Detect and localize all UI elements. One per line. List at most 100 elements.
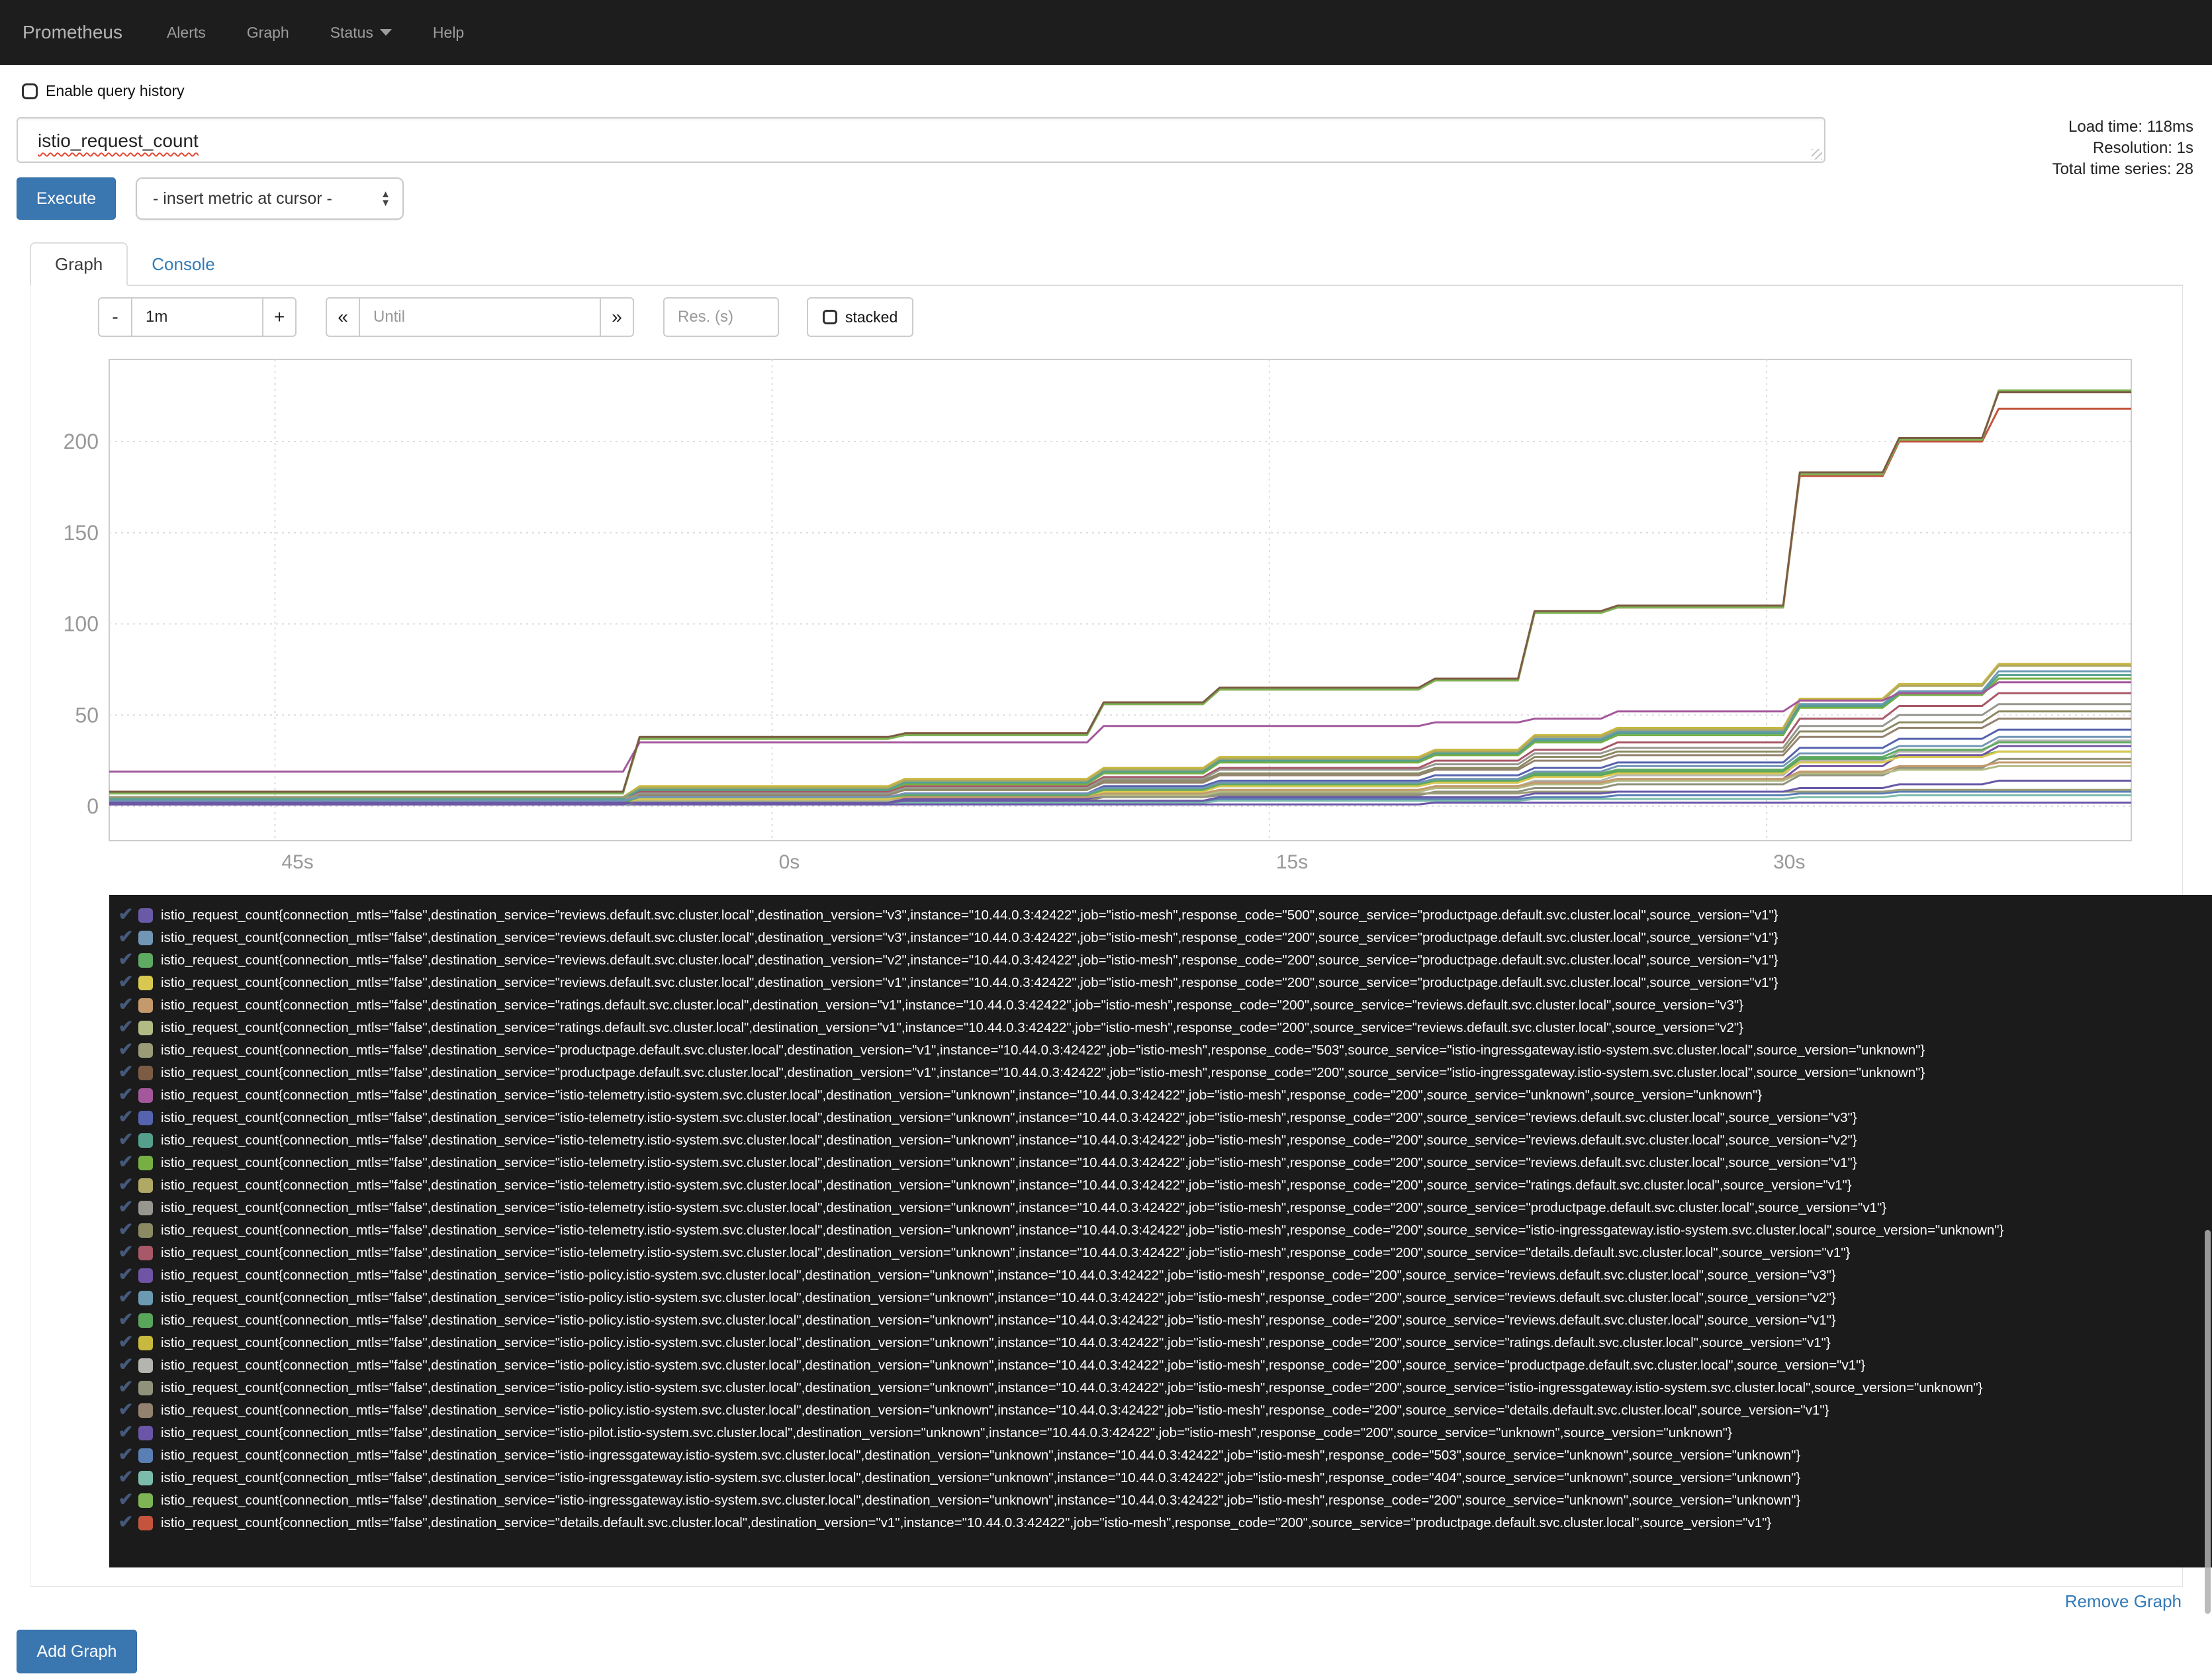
tab-graph[interactable]: Graph — [30, 242, 128, 286]
legend-item[interactable]: ✔ istio_request_count{connection_mtls="fa… — [115, 1444, 2212, 1467]
legend-item[interactable]: ✔ istio_request_count{connection_mtls="fa… — [115, 1467, 2212, 1489]
svg-text:50: 50 — [75, 703, 99, 727]
legend-item[interactable]: ✔ istio_request_count{connection_mtls="fa… — [115, 1512, 2212, 1534]
tab-console[interactable]: Console — [128, 242, 238, 286]
execute-button[interactable]: Execute — [17, 177, 116, 220]
legend-item[interactable]: ✔ istio_request_count{connection_mtls="fa… — [115, 1062, 2212, 1084]
series-enabled-check-icon: ✔ — [118, 1309, 134, 1329]
series-enabled-check-icon: ✔ — [118, 1489, 134, 1509]
series-label: istio_request_count{connection_mtls="fal… — [161, 1200, 1887, 1215]
nav-item-alerts[interactable]: Alerts — [146, 0, 226, 65]
series-label: istio_request_count{connection_mtls="fal… — [161, 998, 1744, 1013]
range-decrease-button[interactable]: - — [98, 297, 132, 337]
legend-item[interactable]: ✔ istio_request_count{connection_mtls="fa… — [115, 927, 2212, 949]
series-color-swatch — [138, 1403, 153, 1418]
query-expression: istio_request_count — [38, 130, 199, 151]
nav-item-status[interactable]: Status — [310, 0, 412, 65]
series-color-swatch — [138, 1493, 153, 1508]
page-scrollbar[interactable] — [2205, 1230, 2211, 1614]
remove-graph-link[interactable]: Remove Graph — [2065, 1591, 2182, 1612]
legend-item[interactable]: ✔ istio_request_count{connection_mtls="fa… — [115, 1197, 2212, 1219]
series-label: istio_request_count{connection_mtls="fal… — [161, 1110, 1857, 1125]
legend-item[interactable]: ✔ istio_request_count{connection_mtls="fa… — [115, 1309, 2212, 1332]
nav-item-help[interactable]: Help — [412, 0, 484, 65]
legend-item[interactable]: ✔ istio_request_count{connection_mtls="fa… — [115, 994, 2212, 1017]
svg-text:100: 100 — [64, 612, 99, 636]
legend-item[interactable]: ✔ istio_request_count{connection_mtls="fa… — [115, 1174, 2212, 1197]
series-color-swatch — [138, 1201, 153, 1215]
nav-item-graph[interactable]: Graph — [226, 0, 310, 65]
graph-controls: - 1m + « Until » Res. (s) stacked — [98, 297, 914, 337]
legend-item[interactable]: ✔ istio_request_count{connection_mtls="fa… — [115, 1242, 2212, 1264]
series-label: istio_request_count{connection_mtls="fal… — [161, 1448, 1801, 1463]
legend-item[interactable]: ✔ istio_request_count{connection_mtls="fa… — [115, 1332, 2212, 1354]
insert-metric-select-label: - insert metric at cursor - — [153, 189, 332, 208]
series-label: istio_request_count{connection_mtls="fal… — [161, 1178, 1852, 1193]
series-enabled-check-icon: ✔ — [118, 1219, 134, 1239]
range-increase-button[interactable]: + — [262, 297, 297, 337]
resolution-input[interactable]: Res. (s) — [663, 297, 779, 337]
query-input[interactable]: istio_request_count — [17, 117, 1825, 163]
series-label: istio_request_count{connection_mtls="fal… — [161, 1425, 1732, 1440]
query-history-checkbox[interactable] — [22, 83, 38, 99]
line-chart[interactable]: 0 50 100 150 200 45s 0s 15s 30s — [53, 357, 2144, 884]
navbar: Prometheus Alerts Graph Status Help — [0, 0, 2212, 65]
series-color-swatch — [138, 1358, 153, 1373]
series-color-swatch — [138, 1133, 153, 1148]
legend-item[interactable]: ✔ istio_request_count{connection_mtls="fa… — [115, 1152, 2212, 1174]
legend-item[interactable]: ✔ istio_request_count{connection_mtls="fa… — [115, 1107, 2212, 1129]
series-label: istio_request_count{connection_mtls="fal… — [161, 1335, 1831, 1350]
until-input[interactable]: Until — [360, 297, 600, 337]
legend-item[interactable]: ✔ istio_request_count{connection_mtls="fa… — [115, 1489, 2212, 1512]
time-forward-button[interactable]: » — [600, 297, 634, 337]
brand-prometheus[interactable]: Prometheus — [0, 22, 146, 43]
stacked-checkbox[interactable] — [823, 310, 837, 324]
legend-item[interactable]: ✔ istio_request_count{connection_mtls="fa… — [115, 1354, 2212, 1377]
series-label: istio_request_count{connection_mtls="fal… — [161, 1470, 1801, 1485]
series-color-swatch — [138, 1088, 153, 1103]
tab-bar: Graph Console — [30, 242, 2183, 286]
legend-item[interactable]: ✔ istio_request_count{connection_mtls="fa… — [115, 904, 2212, 927]
chart-svg[interactable]: 0 50 100 150 200 45s 0s 15s 30s — [53, 357, 2144, 884]
series-enabled-check-icon: ✔ — [118, 1129, 134, 1149]
svg-text:150: 150 — [64, 521, 99, 545]
svg-text:15s: 15s — [1276, 851, 1308, 873]
series-enabled-check-icon: ✔ — [118, 927, 134, 947]
insert-metric-select[interactable]: - insert metric at cursor - ▲ ▼ — [136, 177, 404, 220]
legend-item[interactable]: ✔ istio_request_count{connection_mtls="fa… — [115, 1039, 2212, 1062]
series-enabled-check-icon: ✔ — [118, 1377, 134, 1397]
legend-item[interactable]: ✔ istio_request_count{connection_mtls="fa… — [115, 1017, 2212, 1039]
series-label: istio_request_count{connection_mtls="fal… — [161, 1043, 1925, 1058]
legend-item[interactable]: ✔ istio_request_count{connection_mtls="fa… — [115, 1264, 2212, 1287]
nav-items: Alerts Graph Status Help — [146, 0, 484, 65]
resolution: Resolution: 1s — [2092, 139, 2193, 157]
resize-grip-icon[interactable] — [1812, 149, 1822, 160]
legend-item[interactable]: ✔ istio_request_count{connection_mtls="fa… — [115, 1084, 2212, 1107]
range-input[interactable]: 1m — [132, 297, 262, 337]
series-enabled-check-icon: ✔ — [118, 949, 134, 969]
time-back-button[interactable]: « — [326, 297, 360, 337]
legend-item[interactable]: ✔ istio_request_count{connection_mtls="fa… — [115, 1129, 2212, 1152]
series-label: istio_request_count{connection_mtls="fal… — [161, 1358, 1866, 1373]
legend-item[interactable]: ✔ istio_request_count{connection_mtls="fa… — [115, 1287, 2212, 1309]
series-color-swatch — [138, 1066, 153, 1080]
load-time: Load time: 118ms — [2068, 118, 2193, 136]
enable-query-history[interactable]: Enable query history — [22, 82, 185, 100]
svg-text:45s: 45s — [281, 851, 313, 873]
series-color-swatch — [138, 1291, 153, 1305]
series-enabled-check-icon: ✔ — [118, 1422, 134, 1442]
add-graph-button[interactable]: Add Graph — [17, 1630, 137, 1673]
series-label: istio_request_count{connection_mtls="fal… — [161, 1268, 1836, 1283]
legend-item[interactable]: ✔ istio_request_count{connection_mtls="fa… — [115, 972, 2212, 994]
legend-item[interactable]: ✔ istio_request_count{connection_mtls="fa… — [115, 1422, 2212, 1444]
series-color-swatch — [138, 1043, 153, 1058]
svg-text:0: 0 — [87, 794, 99, 818]
total-time-series: Total time series: 28 — [2052, 160, 2193, 178]
query-stats: Load time: 118ms Resolution: 1s Total ti… — [2052, 117, 2193, 180]
legend-item[interactable]: ✔ istio_request_count{connection_mtls="fa… — [115, 1377, 2212, 1399]
legend-item[interactable]: ✔ istio_request_count{connection_mtls="fa… — [115, 1399, 2212, 1422]
series-enabled-check-icon: ✔ — [118, 1107, 134, 1127]
stacked-toggle[interactable]: stacked — [807, 297, 914, 337]
legend-item[interactable]: ✔ istio_request_count{connection_mtls="fa… — [115, 949, 2212, 972]
legend-item[interactable]: ✔ istio_request_count{connection_mtls="fa… — [115, 1219, 2212, 1242]
